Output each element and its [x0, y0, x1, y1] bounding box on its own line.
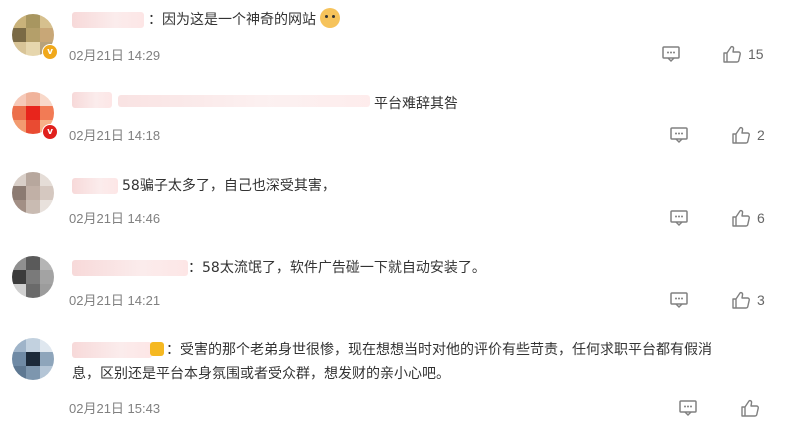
comment-item: v ：因为这是一个神奇的网站 02月21日 14:29 15 [0, 0, 800, 80]
verified-badge-icon: v [42, 44, 58, 60]
like-count: 3 [757, 292, 765, 308]
comment-time: 02月21日 14:21 [69, 293, 161, 308]
avatar[interactable] [12, 338, 54, 380]
reply-icon[interactable] [678, 398, 698, 418]
avatar[interactable] [12, 172, 54, 214]
comment-item: ：58太流氓了，软件广告碰一下就自动安装了。 02月21日 14:21 3 [0, 246, 800, 328]
username-redacted[interactable] [72, 12, 144, 28]
comment-text: 58骗子太多了，自己也深受其害， [122, 178, 336, 194]
like-thumb-icon[interactable] [731, 125, 751, 145]
comment-item: ：受害的那个老弟身世很惨，现在想想当时对他的评价有些苛责，任何求职平台都有假消息… [0, 328, 800, 428]
comment-text: ：58太流氓了，软件广告碰一下就自动安装了。 [188, 260, 486, 276]
username-redacted[interactable] [72, 178, 118, 194]
fan-badge-icon [150, 342, 164, 356]
comment-item: 58骗子太多了，自己也深受其害， 02月21日 14:46 6 [0, 164, 800, 246]
username-redacted[interactable] [72, 260, 188, 276]
comment-time: 02月21日 14:18 [69, 128, 161, 143]
reply-icon[interactable] [669, 208, 689, 228]
comment-time: 02月21日 14:29 [69, 48, 161, 63]
like-thumb-icon[interactable] [722, 44, 742, 64]
reply-icon[interactable] [669, 290, 689, 310]
comment-time: 02月21日 15:43 [69, 401, 161, 416]
username-redacted[interactable] [72, 92, 112, 108]
like-thumb-icon[interactable] [740, 398, 760, 418]
comment-item: v 平台难辞其咎 02月21日 14:18 2 [0, 80, 800, 164]
like-thumb-icon[interactable] [731, 290, 751, 310]
comment-text: ：受害的那个老弟身世很惨，现在想想当时对他的评价有些苛责，任何求职平台都有假消息… [72, 342, 712, 382]
reply-icon[interactable] [661, 44, 681, 64]
comment-time: 02月21日 14:46 [69, 211, 161, 226]
verified-badge-icon: v [42, 124, 58, 140]
doge-emoji-icon [320, 8, 340, 28]
reply-icon[interactable] [669, 125, 689, 145]
comment-text: ：因为这是一个神奇的网站 [148, 8, 340, 32]
like-thumb-icon[interactable] [731, 208, 751, 228]
like-count: 6 [757, 210, 765, 226]
quoted-text-redacted [118, 95, 370, 107]
like-count: 15 [748, 46, 764, 62]
comment-text: 平台难辞其咎 [374, 96, 458, 112]
avatar[interactable] [12, 256, 54, 298]
like-count: 2 [757, 127, 765, 143]
